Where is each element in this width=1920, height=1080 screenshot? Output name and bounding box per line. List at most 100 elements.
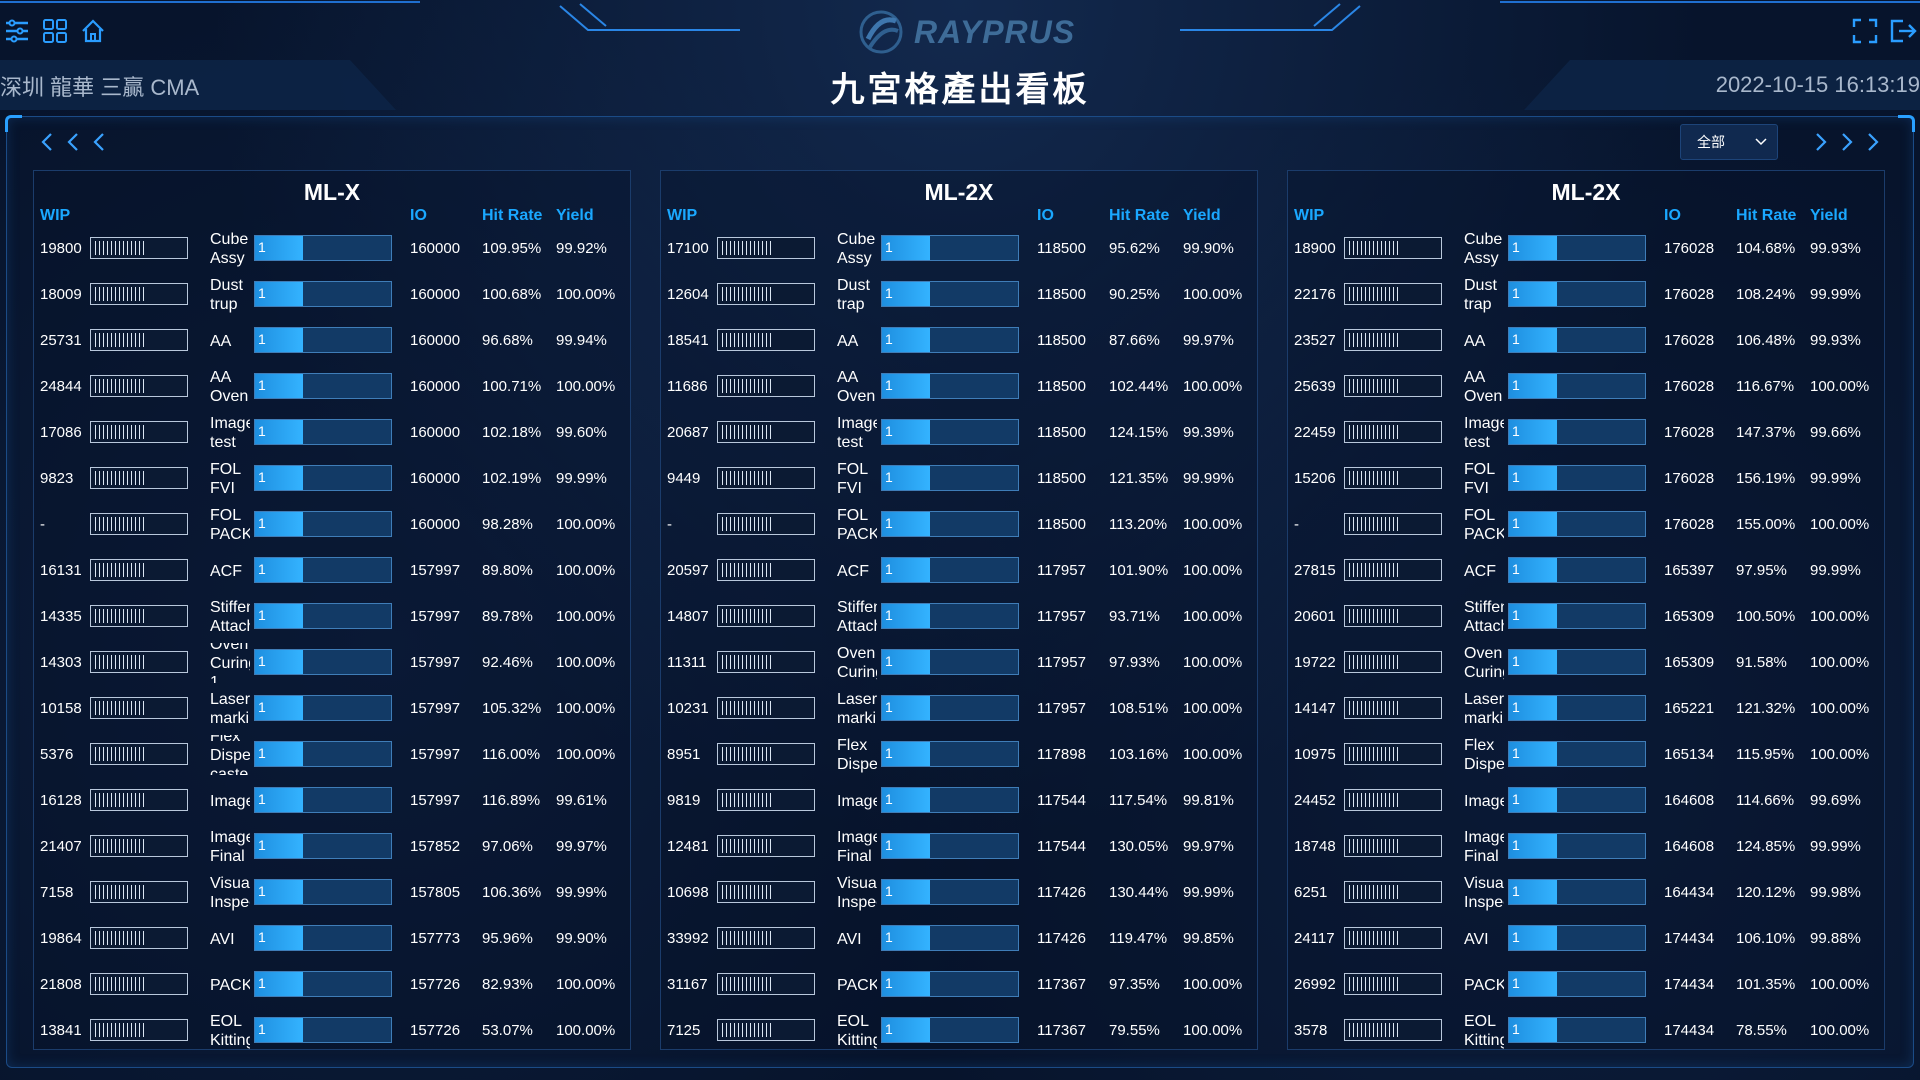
progress-label: 1 <box>258 929 266 945</box>
station-name: FOL FVI <box>1464 461 1495 497</box>
hit-rate-value: 89.80% <box>482 562 533 579</box>
table-row: 21808 PACK 1 157726 82.93% 100.00% <box>34 961 630 1007</box>
station-name: AVI <box>1464 930 1489 948</box>
hit-rate-value: 120.12% <box>1736 884 1796 901</box>
station-label: Dust trap <box>1464 275 1504 315</box>
hit-rate-value: 97.95% <box>1736 562 1787 579</box>
station-name: AA <box>1464 332 1486 350</box>
hit-rate-value: 147.37% <box>1736 424 1796 441</box>
chevron-right-icon[interactable] <box>1810 130 1832 154</box>
col-header-hit-rate: Hit Rate <box>1736 207 1797 224</box>
yield-value: 99.97% <box>556 838 607 855</box>
wip-bar-stripes <box>95 885 147 899</box>
yield-value: 100.00% <box>1183 608 1243 625</box>
table-row: 14335 Stiffener Attach 1 157997 89.78% 100.00… <box>34 593 630 639</box>
table-row: 22459 Image test 1 176028 147.37% 99.66% <box>1288 409 1884 455</box>
table-row: 17086 Image test 1 160000 102.18% 99.60% <box>34 409 630 455</box>
wip-value: 5376 <box>40 746 74 763</box>
yield-value: 99.85% <box>1183 930 1234 947</box>
hit-rate-value: 90.25% <box>1109 286 1160 303</box>
progress-label: 1 <box>885 423 893 439</box>
progress-label: 1 <box>258 515 266 531</box>
wip-bar-stripes <box>95 517 147 531</box>
yield-value: 100.00% <box>556 654 616 671</box>
station-label: Cube Assy <box>1464 229 1504 269</box>
wip-bar-stripes <box>722 379 774 393</box>
yield-value: 99.81% <box>1183 792 1234 809</box>
chevron-right-icon[interactable] <box>1862 130 1884 154</box>
wip-bar <box>717 283 815 305</box>
wip-value: 22176 <box>1294 286 1336 303</box>
table-row: 26992 PACK 1 174434 101.35% 100.00% <box>1288 961 1884 1007</box>
progress-bar: 1 <box>881 695 1019 721</box>
progress-label: 1 <box>258 423 266 439</box>
io-value: 176028 <box>1664 424 1715 441</box>
io-value: 176028 <box>1664 516 1715 533</box>
io-value: 118500 <box>1037 240 1086 257</box>
menu-icon[interactable] <box>2 16 32 46</box>
io-value: 157773 <box>410 930 461 947</box>
wip-bar <box>1344 973 1442 995</box>
chevron-right-icon[interactable] <box>1836 130 1858 154</box>
wip-bar-stripes <box>722 563 774 577</box>
yield-value: 100.00% <box>1810 746 1870 763</box>
io-value: 176028 <box>1664 286 1715 303</box>
production-panel: ML-2X WIP IO Hit Rate Yield 17100 Cube As… <box>660 170 1258 1050</box>
wip-bar <box>1344 467 1442 489</box>
io-value: 174434 <box>1664 930 1715 947</box>
station-label: EOL Kitting <box>837 1011 877 1051</box>
table-row: 18748 Image Final 1 164608 124.85% 99.99% <box>1288 823 1884 869</box>
progress-label: 1 <box>1512 837 1520 853</box>
progress-bar: 1 <box>881 879 1019 905</box>
station-label: Oven Curing <box>1464 643 1504 683</box>
io-value: 165134 <box>1664 746 1715 763</box>
wip-bar <box>90 743 188 765</box>
wip-bar <box>1344 421 1442 443</box>
station-label: AA Oven <box>210 367 250 407</box>
table-row: 20601 Stiffener Attach 1 165309 100.50% 100.0… <box>1288 593 1884 639</box>
chevron-left-icon[interactable] <box>36 130 58 154</box>
progress-label: 1 <box>885 791 893 807</box>
wip-bar-stripes <box>722 287 774 301</box>
progress-bar: 1 <box>1508 879 1646 905</box>
station-label: FOL FVI <box>1464 459 1504 499</box>
fullscreen-icon[interactable] <box>1850 16 1880 46</box>
wip-bar-stripes <box>95 241 147 255</box>
progress-label: 1 <box>258 1021 266 1037</box>
progress-bar: 1 <box>254 419 392 445</box>
wip-bar-stripes <box>1349 655 1401 669</box>
grid-icon[interactable] <box>40 16 70 46</box>
hit-rate-value: 89.78% <box>482 608 533 625</box>
station-label: Dust trup <box>210 275 250 315</box>
wip-value: 10158 <box>40 700 82 717</box>
station-name: FOL PACK <box>1464 507 1504 543</box>
hit-rate-value: 116.89% <box>482 792 541 809</box>
wip-bar <box>90 881 188 903</box>
wip-bar <box>717 881 815 903</box>
wip-bar <box>1344 375 1442 397</box>
progress-label: 1 <box>258 975 266 991</box>
home-icon[interactable] <box>78 16 108 46</box>
station-name: Laser marking <box>837 691 877 727</box>
table-row: 20597 ACF 1 117957 101.90% 100.00% <box>661 547 1257 593</box>
yield-value: 100.00% <box>1183 700 1243 717</box>
line-filter-select[interactable]: 全部 <box>1680 124 1778 160</box>
wip-value: 17086 <box>40 424 82 441</box>
hit-rate-value: 100.50% <box>1736 608 1796 625</box>
wip-value: 21808 <box>40 976 82 993</box>
progress-label: 1 <box>1512 331 1520 347</box>
io-value: 157726 <box>410 976 461 993</box>
chevron-left-icon[interactable] <box>62 130 84 154</box>
wip-bar-stripes <box>95 287 147 301</box>
chevron-left-icon[interactable] <box>88 130 110 154</box>
logout-icon[interactable] <box>1888 16 1918 46</box>
wip-value: 19864 <box>40 930 82 947</box>
wip-bar <box>1344 881 1442 903</box>
table-row: 9823 FOL FVI 1 160000 102.19% 99.99% <box>34 455 630 501</box>
io-value: 118500 <box>1037 332 1086 349</box>
hit-rate-value: 109.95% <box>482 240 542 257</box>
hit-rate-value: 104.68% <box>1736 240 1796 257</box>
hit-rate-value: 121.32% <box>1736 700 1796 717</box>
hit-rate-value: 91.58% <box>1736 654 1787 671</box>
header: RAYPRUS 深圳 龍華 三贏 CMA 九宮格產出看板 2022-10-15 … <box>0 0 1920 110</box>
